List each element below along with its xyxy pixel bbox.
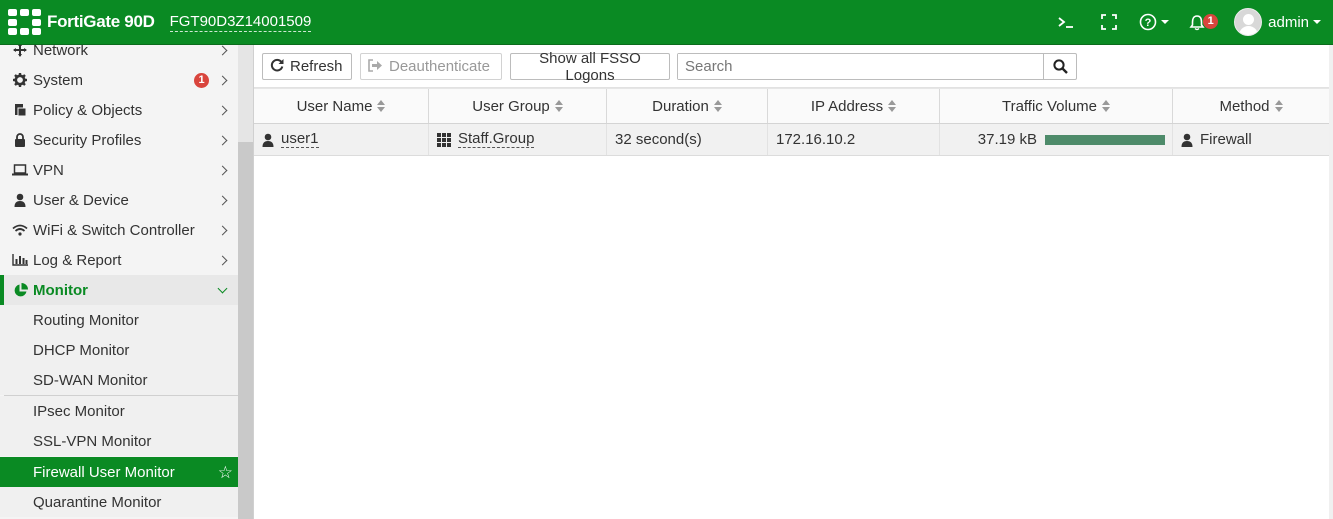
pie-chart-icon [12, 282, 28, 298]
sidebar-item-system[interactable]: System 1 [0, 65, 238, 95]
sidebar-item-policy-objects[interactable]: Policy & Objects [0, 95, 238, 125]
chevron-down-icon [217, 283, 228, 293]
chevron-down-icon [1313, 20, 1321, 24]
table-row[interactable]: user1 Staff.Group 32 second(s) 172.16.10… [254, 124, 1329, 156]
refresh-icon [270, 58, 284, 75]
cli-console-icon[interactable] [1057, 15, 1075, 29]
cell-duration: 32 second(s) [607, 124, 768, 155]
avatar [1234, 8, 1263, 36]
sidebar-subitem-ipsec-monitor[interactable]: IPsec Monitor [0, 396, 238, 426]
chevron-right-icon [217, 45, 228, 55]
column-header-duration[interactable]: Duration [607, 89, 768, 123]
cell-user-name: user1 [254, 124, 429, 155]
laptop-icon [12, 164, 28, 176]
logo[interactable]: FortiGate 90D [8, 9, 155, 35]
sidebar-subitem-firewall-user-monitor[interactable]: Firewall User Monitor ☆ [0, 457, 238, 487]
chevron-right-icon [217, 105, 228, 115]
cell-user-group: Staff.Group [429, 124, 607, 155]
column-header-method[interactable]: Method [1173, 89, 1329, 123]
firewall-user-table: User Name User Group Duration IP Address… [254, 88, 1329, 156]
column-header-ip-address[interactable]: IP Address [768, 89, 940, 123]
sort-icon [1102, 100, 1111, 112]
favorite-star-icon[interactable]: ☆ [218, 463, 233, 483]
column-header-user-group[interactable]: User Group [429, 89, 607, 123]
username: admin [1268, 13, 1309, 31]
cell-ip-address: 172.16.10.2 [768, 124, 940, 155]
method-value: Firewall [1200, 131, 1252, 148]
cell-traffic-volume: 37.19 kB [940, 124, 1173, 155]
search-button[interactable] [1043, 54, 1076, 79]
table-header: User Name User Group Duration IP Address… [254, 88, 1329, 124]
cell-method: Firewall [1173, 124, 1329, 155]
sign-out-icon [368, 58, 383, 75]
group-icon [437, 132, 451, 147]
wifi-icon [12, 224, 28, 236]
svg-text:?: ? [1145, 17, 1152, 29]
top-header: FortiGate 90D FGT90D3Z14001509 ? 1 admin [0, 0, 1333, 44]
sort-icon [554, 100, 563, 112]
sidebar-item-security-profiles[interactable]: Security Profiles [0, 125, 238, 155]
policy-icon [12, 103, 28, 117]
notifications-button[interactable]: 1 [1189, 13, 1219, 31]
traffic-volume-value: 37.19 kB [977, 131, 1037, 148]
network-icon [12, 45, 28, 57]
deauthenticate-button[interactable]: Deauthenticate [360, 53, 502, 80]
active-section-indicator [0, 275, 4, 305]
search-box [677, 53, 1077, 80]
chevron-right-icon [217, 135, 228, 145]
sidebar-subitem-routing-monitor[interactable]: Routing Monitor [0, 305, 238, 335]
user-menu[interactable]: admin [1234, 8, 1321, 36]
sidebar-item-vpn[interactable]: VPN [0, 155, 238, 185]
sort-icon [1274, 100, 1283, 112]
sidebar-item-wifi-switch[interactable]: WiFi & Switch Controller [0, 215, 238, 245]
user-icon [1181, 133, 1193, 147]
chevron-right-icon [217, 225, 228, 235]
search-icon [1052, 59, 1068, 74]
column-header-user-name[interactable]: User Name [254, 89, 429, 123]
chevron-right-icon [217, 165, 228, 175]
sort-icon [713, 100, 722, 112]
show-fsso-logons-button[interactable]: Show all FSSO Logons [510, 50, 670, 84]
help-menu[interactable]: ? [1139, 13, 1170, 31]
traffic-volume-bar-fill [1045, 134, 1165, 145]
chevron-down-icon [1161, 20, 1170, 24]
user-icon [262, 133, 274, 147]
user-icon [12, 193, 28, 207]
sidebar: Network System 1 Policy & Objects Securi… [0, 45, 238, 519]
search-input[interactable] [678, 54, 1043, 79]
lock-icon [12, 133, 28, 147]
device-serial[interactable]: FGT90D3Z14001509 [169, 13, 312, 32]
sidebar-subitem-quarantine-monitor[interactable]: Quarantine Monitor [0, 487, 238, 517]
chevron-right-icon [217, 195, 228, 205]
column-header-traffic-volume[interactable]: Traffic Volume [940, 89, 1173, 123]
gear-icon [12, 73, 28, 87]
sidebar-item-network[interactable]: Network [0, 45, 238, 65]
notification-badge: 1 [1203, 13, 1219, 29]
refresh-button[interactable]: Refresh [262, 53, 352, 80]
traffic-volume-bar [1045, 134, 1165, 145]
user-group-link[interactable]: Staff.Group [458, 131, 535, 148]
user-name-link[interactable]: user1 [281, 131, 319, 148]
content-scrollbar[interactable] [1329, 45, 1333, 519]
system-badge: 1 [194, 72, 209, 88]
chevron-right-icon [217, 255, 228, 265]
fullscreen-icon[interactable] [1101, 14, 1118, 30]
sidebar-subitem-dhcp-monitor[interactable]: DHCP Monitor [0, 335, 238, 365]
fortinet-logo-icon [8, 9, 41, 35]
sidebar-item-monitor[interactable]: Monitor [0, 275, 238, 305]
bar-chart-icon [12, 254, 28, 266]
sort-icon [888, 100, 897, 112]
sidebar-subitem-sdwan-monitor[interactable]: SD-WAN Monitor [0, 365, 238, 395]
brand-name: FortiGate 90D [47, 12, 155, 31]
sidebar-subitem-sslvpn-monitor[interactable]: SSL-VPN Monitor [0, 426, 238, 456]
chevron-right-icon [217, 75, 228, 85]
toolbar: Refresh Deauthenticate Show all FSSO Log… [254, 45, 1329, 88]
sidebar-scrollbar-thumb[interactable] [238, 142, 253, 519]
sidebar-item-user-device[interactable]: User & Device [0, 185, 238, 215]
sidebar-item-log-report[interactable]: Log & Report [0, 245, 238, 275]
help-icon: ? [1139, 13, 1157, 31]
sort-icon [377, 100, 386, 112]
